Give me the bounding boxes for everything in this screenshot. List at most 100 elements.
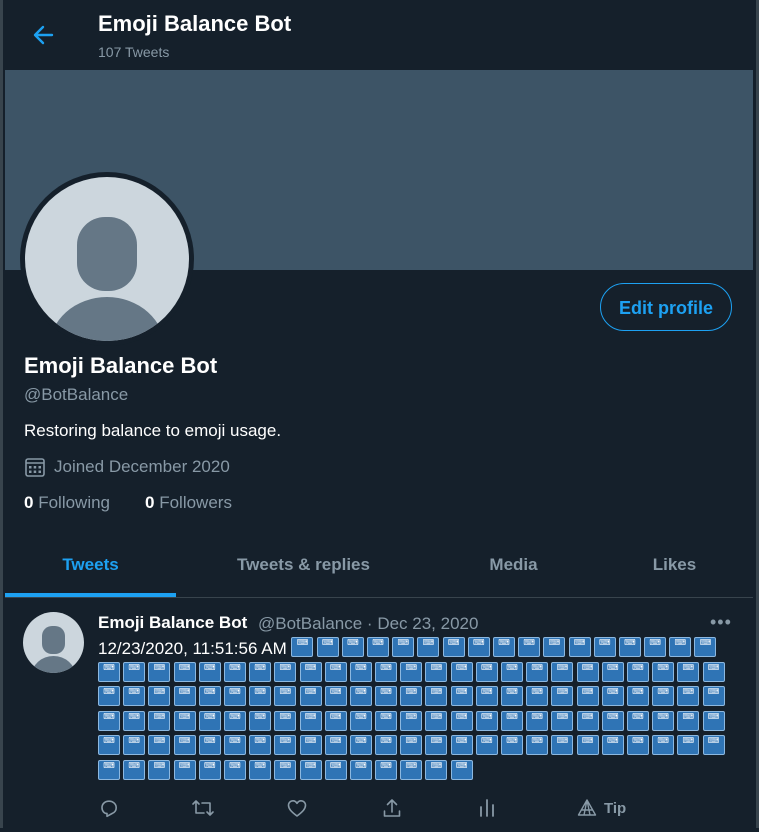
input-symbols-emoji: ⌨ <box>223 710 246 731</box>
input-symbols-emoji: ⌨ <box>198 735 221 755</box>
input-symbols-emoji: ⌨ <box>601 710 624 731</box>
input-symbols-emoji: ⌨ <box>349 686 372 706</box>
analytics-icon[interactable] <box>472 793 502 823</box>
retweet-icon[interactable] <box>188 793 218 823</box>
input-symbols-emoji: ⌨ <box>223 735 246 755</box>
followers-link[interactable]: 0 Followers <box>145 493 232 513</box>
input-symbols-emoji: ⌨ <box>652 735 675 755</box>
input-symbols-emoji: ⌨ <box>274 759 297 780</box>
input-symbols-emoji: ⌨ <box>593 637 616 657</box>
input-symbols-emoji: ⌨ <box>299 735 322 755</box>
tab-media[interactable]: Media <box>431 535 596 597</box>
edit-profile-button[interactable]: Edit profile <box>600 283 732 331</box>
heart-icon[interactable] <box>282 793 312 823</box>
tweet-actions <box>0 793 759 823</box>
tweet-avatar[interactable] <box>23 612 84 673</box>
input-symbols-emoji: ⌨ <box>677 710 700 731</box>
input-symbols-emoji: ⌨ <box>702 661 725 682</box>
input-symbols-emoji: ⌨ <box>501 710 523 731</box>
input-symbols-emoji: ⌨ <box>425 710 448 731</box>
input-symbols-emoji: ⌨ <box>299 710 322 731</box>
input-symbols-emoji: ⌨ <box>198 661 221 682</box>
following-link[interactable]: 0 Following <box>24 493 110 513</box>
header-tweet-count: 107 Tweets <box>98 44 170 60</box>
tweet-author-name[interactable]: Emoji Balance Bot <box>98 613 247 633</box>
tab-tweets[interactable]: Tweets <box>5 535 176 597</box>
input-symbols-emoji: ⌨ <box>526 710 549 731</box>
tab-tweets-replies[interactable]: Tweets & replies <box>176 535 431 597</box>
input-symbols-emoji: ⌨ <box>173 735 196 755</box>
input-symbols-emoji: ⌨ <box>618 637 641 657</box>
following-count: 0 <box>24 493 34 512</box>
input-symbols-emoji: ⌨ <box>601 686 624 706</box>
input-symbols-emoji: ⌨ <box>324 735 347 755</box>
tip-icon[interactable] <box>572 793 602 823</box>
input-symbols-emoji: ⌨ <box>601 735 624 755</box>
input-symbols-emoji: ⌨ <box>652 710 675 731</box>
tip-label[interactable]: Tip <box>604 800 626 817</box>
input-symbols-emoji: ⌨ <box>198 759 221 780</box>
active-tab-indicator <box>5 593 176 597</box>
profile-avatar[interactable] <box>20 172 194 346</box>
input-symbols-emoji: ⌨ <box>123 735 146 755</box>
input-symbols-emoji: ⌨ <box>123 686 146 706</box>
input-symbols-emoji: ⌨ <box>367 637 390 657</box>
input-symbols-emoji: ⌨ <box>223 759 246 780</box>
input-symbols-emoji: ⌨ <box>702 710 725 731</box>
input-symbols-emoji: ⌨ <box>249 759 272 780</box>
tweet-handle-date[interactable]: @BotBalance · Dec 23, 2020 <box>258 614 478 634</box>
input-symbols-emoji: ⌨ <box>375 735 398 755</box>
input-symbols-emoji: ⌨ <box>148 686 171 706</box>
input-symbols-emoji: ⌨ <box>98 686 120 706</box>
input-symbols-emoji: ⌨ <box>425 735 448 755</box>
input-symbols-emoji: ⌨ <box>198 710 221 731</box>
input-symbols-emoji: ⌨ <box>148 735 171 755</box>
input-symbols-emoji: ⌨ <box>425 661 448 682</box>
input-symbols-emoji: ⌨ <box>173 710 196 731</box>
input-symbols-emoji: ⌨ <box>450 686 473 706</box>
input-symbols-emoji: ⌨ <box>475 661 498 682</box>
input-symbols-emoji: ⌨ <box>694 637 717 657</box>
profile-tabs: Tweets Tweets & replies Media Likes <box>5 535 753 598</box>
input-symbols-emoji: ⌨ <box>375 661 398 682</box>
input-symbols-emoji: ⌨ <box>324 661 347 682</box>
input-symbols-emoji: ⌨ <box>349 710 372 731</box>
input-symbols-emoji: ⌨ <box>291 637 314 657</box>
input-symbols-emoji: ⌨ <box>551 710 574 731</box>
input-symbols-emoji: ⌨ <box>324 710 347 731</box>
followers-label: Followers <box>159 493 232 512</box>
emoji-run: ⌨ ⌨ ⌨ ⌨ ⌨ ⌨ ⌨ ⌨ ⌨ ⌨ ⌨ ⌨ ⌨ ⌨ ⌨ ⌨ ⌨⌨ ⌨ ⌨ ⌨ ⌨ ⌨ ⌨ ⌨ ⌨ ⌨ ⌨ ⌨ ⌨ ⌨ ⌨ ⌨ ⌨ ⌨ ⌨ ⌨ ⌨ ⌨ ⌨… <box>98 637 728 781</box>
input-symbols-emoji: ⌨ <box>475 686 498 706</box>
input-symbols-emoji: ⌨ <box>392 637 415 657</box>
input-symbols-emoji: ⌨ <box>475 710 498 731</box>
input-symbols-emoji: ⌨ <box>98 759 120 780</box>
input-symbols-emoji: ⌨ <box>375 710 398 731</box>
input-symbols-emoji: ⌨ <box>626 661 649 682</box>
input-symbols-emoji: ⌨ <box>173 686 196 706</box>
input-symbols-emoji: ⌨ <box>450 759 473 780</box>
input-symbols-emoji: ⌨ <box>467 637 490 657</box>
input-symbols-emoji: ⌨ <box>551 735 574 755</box>
joined-label: Joined December 2020 <box>54 457 230 476</box>
input-symbols-emoji: ⌨ <box>98 735 120 755</box>
more-options-icon[interactable]: ••• <box>710 612 732 633</box>
tab-likes[interactable]: Likes <box>596 535 753 597</box>
input-symbols-emoji: ⌨ <box>173 759 196 780</box>
input-symbols-emoji: ⌨ <box>299 759 322 780</box>
input-symbols-emoji: ⌨ <box>148 759 171 780</box>
share-icon[interactable] <box>377 793 407 823</box>
followers-count: 0 <box>145 493 155 512</box>
input-symbols-emoji: ⌨ <box>501 735 523 755</box>
input-symbols-emoji: ⌨ <box>400 661 423 682</box>
input-symbols-emoji: ⌨ <box>400 735 423 755</box>
input-symbols-emoji: ⌨ <box>568 637 591 657</box>
input-symbols-emoji: ⌨ <box>543 637 566 657</box>
input-symbols-emoji: ⌨ <box>626 686 649 706</box>
input-symbols-emoji: ⌨ <box>148 661 171 682</box>
input-symbols-emoji: ⌨ <box>417 637 440 657</box>
input-symbols-emoji: ⌨ <box>274 686 297 706</box>
arrow-left-icon[interactable] <box>28 20 58 50</box>
input-symbols-emoji: ⌨ <box>349 759 372 780</box>
input-symbols-emoji: ⌨ <box>425 686 448 706</box>
reply-icon[interactable] <box>94 793 124 823</box>
